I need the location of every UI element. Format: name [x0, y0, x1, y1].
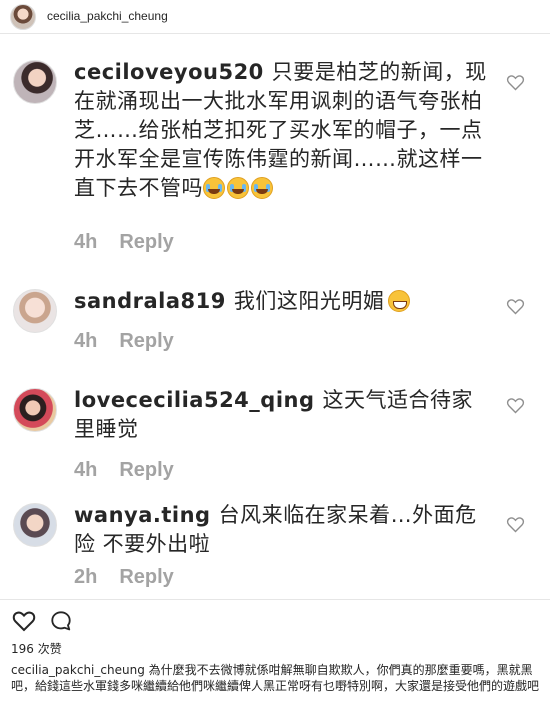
- comment-username[interactable]: ceciloveyou520: [74, 60, 264, 84]
- heart-icon[interactable]: [506, 516, 525, 533]
- post-caption: cecilia_pakchi_cheung 為什麼我不去微博就係咁解無聊自欺欺人…: [11, 662, 541, 694]
- post-actions: [0, 600, 550, 640]
- heart-outline-icon[interactable]: [12, 610, 36, 632]
- caption-username[interactable]: cecilia_pakchi_cheung: [11, 663, 145, 677]
- avatar[interactable]: [10, 4, 36, 30]
- likes-count[interactable]: 196 次赞: [11, 640, 62, 657]
- reply-button[interactable]: Reply: [119, 231, 173, 253]
- loudly-crying-face-icon: [227, 177, 249, 199]
- avatar[interactable]: [13, 60, 57, 104]
- heart-icon[interactable]: [506, 298, 525, 315]
- comment-meta: 2h Reply: [74, 566, 174, 589]
- comment-meta: 4h Reply: [74, 231, 174, 254]
- comment-time: 4h: [74, 330, 98, 352]
- comment-text: lovececilia524_qing 这天气适合待家里睡觉: [74, 386, 484, 444]
- comment-bubble-icon[interactable]: [50, 610, 72, 632]
- comment-text: ceciloveyou520 只要是柏芝的新闻，现在就涌现出一大批水军用讽刺的语气…: [74, 58, 494, 203]
- reply-button[interactable]: Reply: [119, 330, 173, 352]
- likes-number: 196: [11, 642, 34, 656]
- post-header: cecilia_pakchi_cheung: [0, 0, 550, 34]
- comments-list: ceciloveyou520 只要是柏芝的新闻，现在就涌现出一大批水军用讽刺的语气…: [0, 34, 550, 600]
- avatar[interactable]: [13, 503, 57, 547]
- loudly-crying-face-icon: [203, 177, 225, 199]
- comment-meta: 4h Reply: [74, 459, 174, 482]
- comment-time: 4h: [74, 231, 98, 253]
- reply-button[interactable]: Reply: [119, 566, 173, 588]
- comment-time: 4h: [74, 459, 98, 481]
- comment-meta: 4h Reply: [74, 330, 174, 353]
- heart-icon[interactable]: [506, 74, 525, 91]
- comment-username[interactable]: lovececilia524_qing: [74, 388, 315, 412]
- loudly-crying-face-icon: [251, 177, 273, 199]
- comment-body: 我们这阳光明媚: [233, 289, 385, 313]
- avatar[interactable]: [13, 388, 57, 432]
- comment-time: 2h: [74, 566, 98, 588]
- reply-button[interactable]: Reply: [119, 459, 173, 481]
- heart-icon[interactable]: [506, 397, 525, 414]
- comment-username[interactable]: wanya.ting: [74, 503, 211, 527]
- comment-text: sandrala819 我们这阳光明媚: [74, 287, 484, 316]
- likes-label: 次赞: [37, 642, 62, 656]
- comment-text: wanya.ting 台风来临在家呆着…外面危险 不要外出啦: [74, 501, 484, 559]
- grinning-face-icon: [388, 290, 411, 312]
- comment-username[interactable]: sandrala819: [74, 289, 226, 313]
- avatar[interactable]: [13, 289, 57, 333]
- header-username[interactable]: cecilia_pakchi_cheung: [47, 9, 168, 23]
